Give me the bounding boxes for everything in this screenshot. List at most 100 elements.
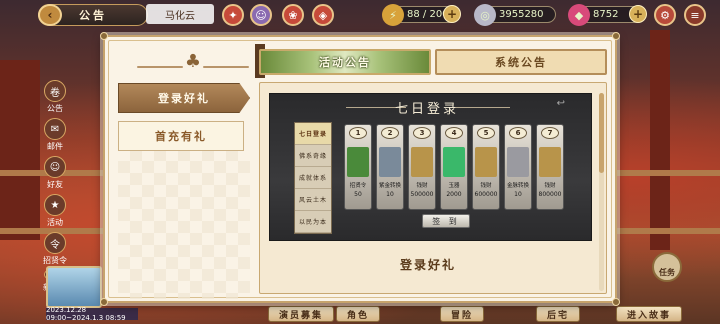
reward-card-day-5: 5 钱财 600000: [472, 124, 500, 210]
gem-icon: ◆: [568, 4, 590, 26]
banner-side-item: 风云土木: [295, 189, 331, 211]
character-portrait[interactable]: [46, 266, 102, 308]
card-day-badge: 6: [509, 127, 527, 139]
compass-icon[interactable]: ✦: [222, 4, 244, 26]
gem-display: ◆ 8752 +: [568, 4, 647, 26]
announcement-dialog: ♣ 活动公告 系统公告 登录好礼 首充有礼 七日登录 ↩ 七日登录 佛系奇缘 成…: [100, 32, 620, 306]
reward-card-day-2: 2 紫金转换 10: [376, 124, 404, 210]
stamina-display: ⚡ 88 / 200 +: [382, 4, 461, 26]
tab-event-announcements[interactable]: 活动公告: [259, 49, 431, 75]
side-item-label: 好友: [47, 180, 63, 189]
nav-actor-recruit[interactable]: 演员募集: [268, 306, 335, 322]
clover-emblem-icon: ♣: [133, 46, 253, 76]
bottom-navigation: 演员募集 角色 冒险 后宅 进入故事: [0, 304, 720, 324]
card-item-qty: 600000: [474, 191, 498, 198]
side-item-event[interactable]: ★ 活动: [40, 194, 70, 228]
announcement-content-panel: 七日登录 ↩ 七日登录 佛系奇缘 成就体系 风云土木 以民为本 1 招贤令 50…: [259, 82, 607, 294]
flower-icon[interactable]: ❀: [282, 4, 304, 26]
side-item-friends[interactable]: ☺ 好友: [40, 156, 70, 190]
card-item-qty: 800000: [538, 191, 562, 198]
banner-side-item: 成就体系: [295, 167, 331, 189]
dialog-corner-ornament: [100, 32, 108, 40]
back-button[interactable]: ‹: [38, 4, 62, 26]
card-item-name: 钱财: [416, 183, 428, 189]
card-item-qty: 50: [354, 191, 362, 198]
nav-character[interactable]: 角色: [336, 306, 381, 322]
list-item-login-rewards[interactable]: 登录好礼: [118, 83, 250, 113]
reward-card-day-3: 3 钱财 500000: [408, 124, 436, 210]
content-heading: 登录好礼: [399, 258, 456, 272]
reward-card-day-4: 4 玉器 2000: [440, 124, 468, 210]
scroll-item-icon: [379, 147, 401, 177]
banner-side-item: 七日登录: [295, 123, 331, 145]
card-item-qty: 10: [514, 191, 522, 198]
recruit-icon: 令: [44, 232, 66, 254]
banner-title: 七日登录: [394, 101, 459, 117]
jade-item-icon: [443, 147, 465, 177]
coin-pile-icon: [475, 147, 497, 177]
reward-card-day-6: 6 金脉转换 10: [504, 124, 532, 210]
side-item-notice[interactable]: 卷 公告: [40, 80, 70, 114]
card-item-name: 玉器: [448, 183, 460, 189]
event-icon: ★: [44, 194, 66, 216]
tab-system-announcements[interactable]: 系统公告: [435, 49, 607, 75]
card-item-qty: 10: [386, 191, 394, 198]
task-button[interactable]: 任务: [652, 252, 682, 282]
scroll-thumb[interactable]: [599, 93, 604, 173]
scroll-icon: 卷: [44, 80, 66, 102]
task-label: 任务: [659, 268, 675, 277]
seven-day-login-banner: 七日登录 ↩ 七日登录 佛系奇缘 成就体系 风云土木 以民为本 1 招贤令 50…: [269, 93, 592, 241]
reward-card-day-1: 1 招贤令 50: [344, 124, 372, 210]
card-item-name: 钱财: [480, 183, 492, 189]
add-stamina-button[interactable]: +: [443, 5, 461, 23]
add-gem-button[interactable]: +: [629, 5, 647, 23]
character-avatar-icon[interactable]: ☺: [250, 4, 272, 26]
stamina-icon: ⚡: [382, 4, 404, 26]
side-item-label: 公告: [47, 104, 63, 113]
card-item-name: 钱财: [544, 183, 556, 189]
sign-in-button[interactable]: 签 到: [422, 214, 470, 228]
side-item-label: 招贤令: [43, 256, 67, 265]
card-item-name: 金脉转换: [506, 183, 529, 189]
card-day-badge: 7: [541, 127, 559, 139]
card-item-qty: 2000: [446, 191, 462, 198]
friends-icon: ☺: [44, 156, 66, 178]
silver-value: 3955280: [499, 9, 544, 20]
silver-display: ◎ 3955280: [474, 4, 556, 26]
silver-coin-icon: ◎: [474, 4, 496, 26]
return-arrow-icon: ↩: [556, 98, 565, 109]
card-day-badge: 5: [477, 127, 495, 139]
list-background-pattern: [118, 149, 250, 299]
menu-icon[interactable]: ≡: [684, 4, 706, 26]
lantern-icon[interactable]: ◈: [312, 4, 334, 26]
side-item-recruit[interactable]: 令 招贤令: [40, 232, 70, 266]
side-item-label: 活动: [47, 218, 63, 227]
content-scrollbar[interactable]: [599, 93, 604, 291]
card-item-name: 招贤令: [349, 183, 367, 189]
coin-pile-icon: [411, 147, 433, 177]
card-day-badge: 4: [445, 127, 463, 139]
card-day-badge: 3: [413, 127, 431, 139]
banner-event-sidebar: 七日登录 佛系奇缘 成就体系 风云土木 以民为本: [294, 122, 332, 234]
card-item-qty: 500000: [410, 191, 434, 198]
card-item-name: 紫金转换: [378, 183, 401, 189]
coin-pile-icon: [539, 147, 561, 177]
palace-item-icon: [507, 147, 529, 177]
nav-enter-story[interactable]: 进入故事: [616, 306, 683, 322]
dialog-corner-ornament: [612, 298, 620, 306]
reward-card-day-7: 7 钱财 800000: [536, 124, 564, 210]
recruit-token-icon: [347, 147, 369, 177]
banner-side-item: 佛系奇缘: [295, 145, 331, 167]
gem-value: 8752: [593, 9, 619, 20]
banner-side-item: 以民为本: [295, 211, 331, 233]
mail-icon: ✉: [44, 118, 66, 140]
nav-back-house[interactable]: 后宅: [536, 306, 581, 322]
side-item-label: 邮件: [47, 142, 63, 151]
settings-icon[interactable]: ⚙: [654, 4, 676, 26]
card-day-badge: 2: [381, 127, 399, 139]
dialog-corner-ornament: [612, 32, 620, 40]
nav-adventure[interactable]: 冒险: [440, 306, 485, 322]
dialog-corner-ornament: [100, 298, 108, 306]
list-item-first-recharge[interactable]: 首充有礼: [118, 121, 244, 151]
side-item-mail[interactable]: ✉ 邮件: [40, 118, 70, 152]
